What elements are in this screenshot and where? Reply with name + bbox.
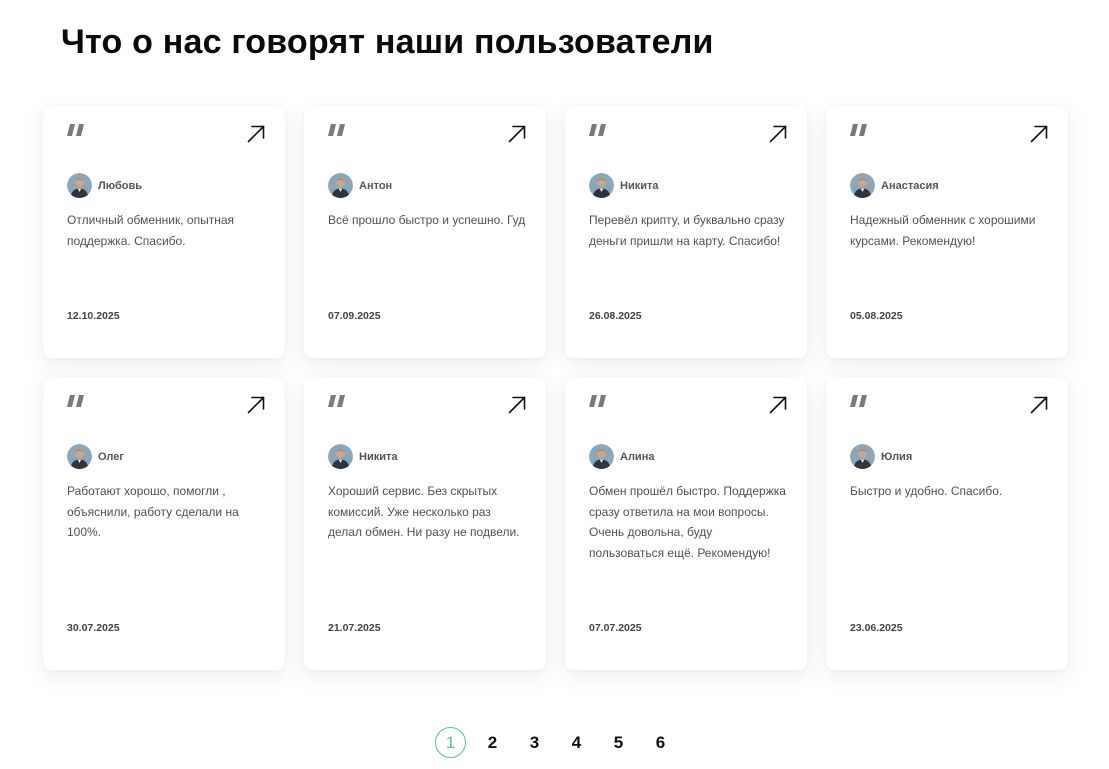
- author-name: Алина: [620, 450, 655, 463]
- author-name: Олег: [98, 450, 124, 463]
- avatar: [67, 444, 92, 469]
- review-author: Олег: [67, 444, 124, 469]
- page-button-3[interactable]: 3: [519, 727, 550, 758]
- review-card: Никита Хороший сервис. Без скрытых комис…: [304, 377, 546, 670]
- review-date: 30.07.2025: [67, 622, 120, 634]
- arrow-up-right-icon[interactable]: [1030, 125, 1048, 143]
- review-card: Любовь Отличный обменник, опытная поддер…: [43, 106, 285, 358]
- review-date: 21.07.2025: [328, 622, 381, 634]
- quote-icon: [328, 124, 345, 136]
- arrow-up-right-icon[interactable]: [769, 125, 787, 143]
- avatar: [850, 444, 875, 469]
- review-card: Анастасия Надежный обменник с хорошими к…: [826, 106, 1068, 358]
- arrow-up-right-icon[interactable]: [1030, 396, 1048, 414]
- quote-icon: [589, 395, 606, 407]
- review-card: Олег Работают хорошо, помогли , объяснил…: [43, 377, 285, 670]
- quote-icon: [67, 124, 84, 136]
- review-text: Быстро и удобно. Спасибо.: [850, 484, 1003, 498]
- avatar: [589, 173, 614, 198]
- page-button-5[interactable]: 5: [603, 727, 634, 758]
- avatar: [589, 444, 614, 469]
- review-date: 12.10.2025: [67, 310, 120, 322]
- page-button-2[interactable]: 2: [477, 727, 508, 758]
- quote-icon: [67, 395, 84, 407]
- review-date: 07.07.2025: [589, 622, 642, 634]
- review-author: Никита: [589, 173, 658, 198]
- review-text: Всё прошло быстро и успешно. Гуд: [328, 213, 526, 227]
- page-button-6[interactable]: 6: [645, 727, 676, 758]
- arrow-up-right-icon[interactable]: [769, 396, 787, 414]
- review-text: Хороший сервис. Без скрытых комиссий. Уж…: [328, 484, 520, 539]
- author-name: Юлия: [881, 450, 913, 463]
- arrow-up-right-icon[interactable]: [508, 125, 526, 143]
- review-author: Антон: [328, 173, 392, 198]
- avatar: [328, 444, 353, 469]
- review-text: Работают хорошо, помогли , объяснили, ра…: [67, 484, 239, 539]
- author-name: Антон: [359, 179, 393, 192]
- quote-icon: [850, 395, 867, 407]
- page-title: Что о нас говорят наши пользователи: [61, 23, 714, 61]
- review-author: Никита: [328, 444, 397, 469]
- review-text: Надежный обменник с хорошими курсами. Ре…: [850, 213, 1036, 248]
- review-author: Юлия: [850, 444, 912, 469]
- arrow-up-right-icon[interactable]: [508, 396, 526, 414]
- review-card: Юлия Быстро и удобно. Спасибо. 23.06.202…: [826, 377, 1068, 670]
- review-author: Любовь: [67, 173, 142, 198]
- review-date: 26.08.2025: [589, 310, 642, 322]
- review-date: 05.08.2025: [850, 310, 903, 322]
- review-date: 07.09.2025: [328, 310, 381, 322]
- pagination: 1 2 3 4 5 6: [0, 727, 1109, 758]
- review-card: Алина Обмен прошёл быстро. Поддержка сра…: [565, 377, 807, 670]
- arrow-up-right-icon[interactable]: [247, 125, 265, 143]
- author-name: Анастасия: [881, 179, 939, 192]
- review-card: Антон Всё прошло быстро и успешно. Гуд 0…: [304, 106, 546, 358]
- review-date: 23.06.2025: [850, 622, 903, 634]
- avatar: [67, 173, 92, 198]
- author-name: Любовь: [98, 179, 143, 192]
- quote-icon: [850, 124, 867, 136]
- quote-icon: [589, 124, 606, 136]
- review-text: Перевёл крипту, и буквально сразу деньги…: [589, 213, 785, 248]
- page-button-1[interactable]: 1: [435, 727, 466, 758]
- review-text: Обмен прошёл быстро. Поддержка сразу отв…: [589, 484, 786, 560]
- review-author: Алина: [589, 444, 654, 469]
- avatar: [328, 173, 353, 198]
- avatar: [850, 173, 875, 198]
- page-button-4[interactable]: 4: [561, 727, 592, 758]
- author-name: Никита: [620, 179, 659, 192]
- reviews-grid: Любовь Отличный обменник, опытная поддер…: [43, 106, 1068, 670]
- author-name: Никита: [359, 450, 398, 463]
- review-card: Никита Перевёл крипту, и буквально сразу…: [565, 106, 807, 358]
- quote-icon: [328, 395, 345, 407]
- arrow-up-right-icon[interactable]: [247, 396, 265, 414]
- review-author: Анастасия: [850, 173, 939, 198]
- review-text: Отличный обменник, опытная поддержка. Сп…: [67, 213, 234, 248]
